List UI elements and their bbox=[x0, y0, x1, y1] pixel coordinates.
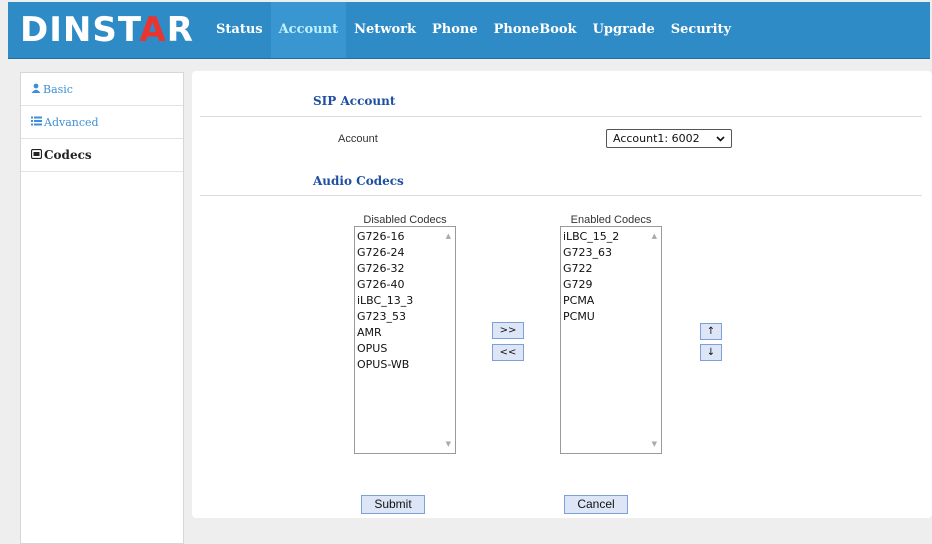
user-icon bbox=[31, 83, 41, 96]
divider bbox=[200, 116, 922, 117]
submit-button[interactable]: Submit bbox=[361, 495, 425, 514]
disabled-codec-option[interactable]: OPUS bbox=[357, 341, 413, 357]
codec-icon bbox=[30, 148, 43, 162]
move-to-disabled-button[interactable]: << bbox=[492, 344, 524, 361]
top-header: DINSTAR Status Account Network Phone Pho… bbox=[8, 2, 930, 59]
sidebar-item-codecs[interactable]: Codecs bbox=[21, 139, 183, 172]
nav-security[interactable]: Security bbox=[663, 2, 739, 58]
nav-network[interactable]: Network bbox=[346, 2, 424, 58]
disabled-codec-option[interactable]: G726-40 bbox=[357, 277, 413, 293]
cancel-button[interactable]: Cancel bbox=[564, 495, 628, 514]
disabled-codec-option[interactable]: G726-24 bbox=[357, 245, 413, 261]
list-icon bbox=[31, 116, 42, 129]
nav-phone[interactable]: Phone bbox=[424, 2, 486, 58]
disabled-codec-option[interactable]: OPUS-WB bbox=[357, 357, 413, 373]
sip-account-title: SIP Account bbox=[313, 94, 396, 108]
nav-status[interactable]: Status bbox=[208, 2, 271, 58]
disabled-codec-option[interactable]: G726-32 bbox=[357, 261, 413, 277]
enabled-codecs-list[interactable]: iLBC_15_2 G723_63 G722 G729 PCMA PCMU ▲ … bbox=[560, 226, 662, 454]
move-up-button[interactable]: ↑ bbox=[700, 323, 722, 340]
move-to-enabled-button[interactable]: >> bbox=[492, 322, 524, 339]
enabled-codec-option[interactable]: PCMU bbox=[563, 309, 619, 325]
sidebar-item-advanced[interactable]: Advanced bbox=[21, 106, 183, 139]
disabled-codecs-list[interactable]: G726-16 G726-24 G726-32 G726-40 iLBC_13_… bbox=[354, 226, 456, 454]
scroll-down-icon[interactable]: ▼ bbox=[446, 440, 451, 448]
chevron-down-icon bbox=[716, 130, 725, 153]
account-select-value: Account1: 6002 bbox=[613, 132, 700, 145]
scroll-up-icon[interactable]: ▲ bbox=[446, 232, 451, 240]
sidebar: Basic Advanced Codecs bbox=[20, 72, 184, 544]
sidebar-item-label: Basic bbox=[43, 82, 73, 96]
enabled-codec-option[interactable]: G723_63 bbox=[563, 245, 619, 261]
scroll-down-icon[interactable]: ▼ bbox=[652, 440, 657, 448]
account-select[interactable]: Account1: 6002 bbox=[606, 129, 732, 148]
main-nav: Status Account Network Phone PhoneBook U… bbox=[208, 2, 739, 58]
enabled-codecs-caption: Enabled Codecs bbox=[570, 214, 652, 226]
sidebar-item-basic[interactable]: Basic bbox=[21, 73, 183, 106]
sidebar-item-label: Codecs bbox=[44, 148, 92, 162]
nav-phonebook[interactable]: PhoneBook bbox=[486, 2, 585, 58]
nav-account[interactable]: Account bbox=[270, 2, 347, 58]
dinstar-logo: DINSTAR bbox=[20, 10, 194, 50]
enabled-codec-option[interactable]: iLBC_15_2 bbox=[563, 229, 619, 245]
sidebar-item-label: Advanced bbox=[44, 115, 99, 129]
disabled-codec-option[interactable]: G726-16 bbox=[357, 229, 413, 245]
disabled-codecs-caption: Disabled Codecs bbox=[363, 214, 447, 226]
enabled-codec-option[interactable]: PCMA bbox=[563, 293, 619, 309]
audio-codecs-title: Audio Codecs bbox=[313, 174, 404, 188]
nav-upgrade[interactable]: Upgrade bbox=[585, 2, 663, 58]
enabled-codec-option[interactable]: G729 bbox=[563, 277, 619, 293]
move-down-button[interactable]: ↓ bbox=[700, 344, 722, 361]
disabled-codec-option[interactable]: AMR bbox=[357, 325, 413, 341]
account-label: Account bbox=[338, 133, 378, 145]
divider bbox=[200, 195, 922, 196]
disabled-codec-option[interactable]: G723_53 bbox=[357, 309, 413, 325]
disabled-codec-option[interactable]: iLBC_13_3 bbox=[357, 293, 413, 309]
main-panel: SIP Account Account Account1: 6002 Audio… bbox=[192, 71, 932, 518]
scroll-up-icon[interactable]: ▲ bbox=[652, 232, 657, 240]
enabled-codec-option[interactable]: G722 bbox=[563, 261, 619, 277]
